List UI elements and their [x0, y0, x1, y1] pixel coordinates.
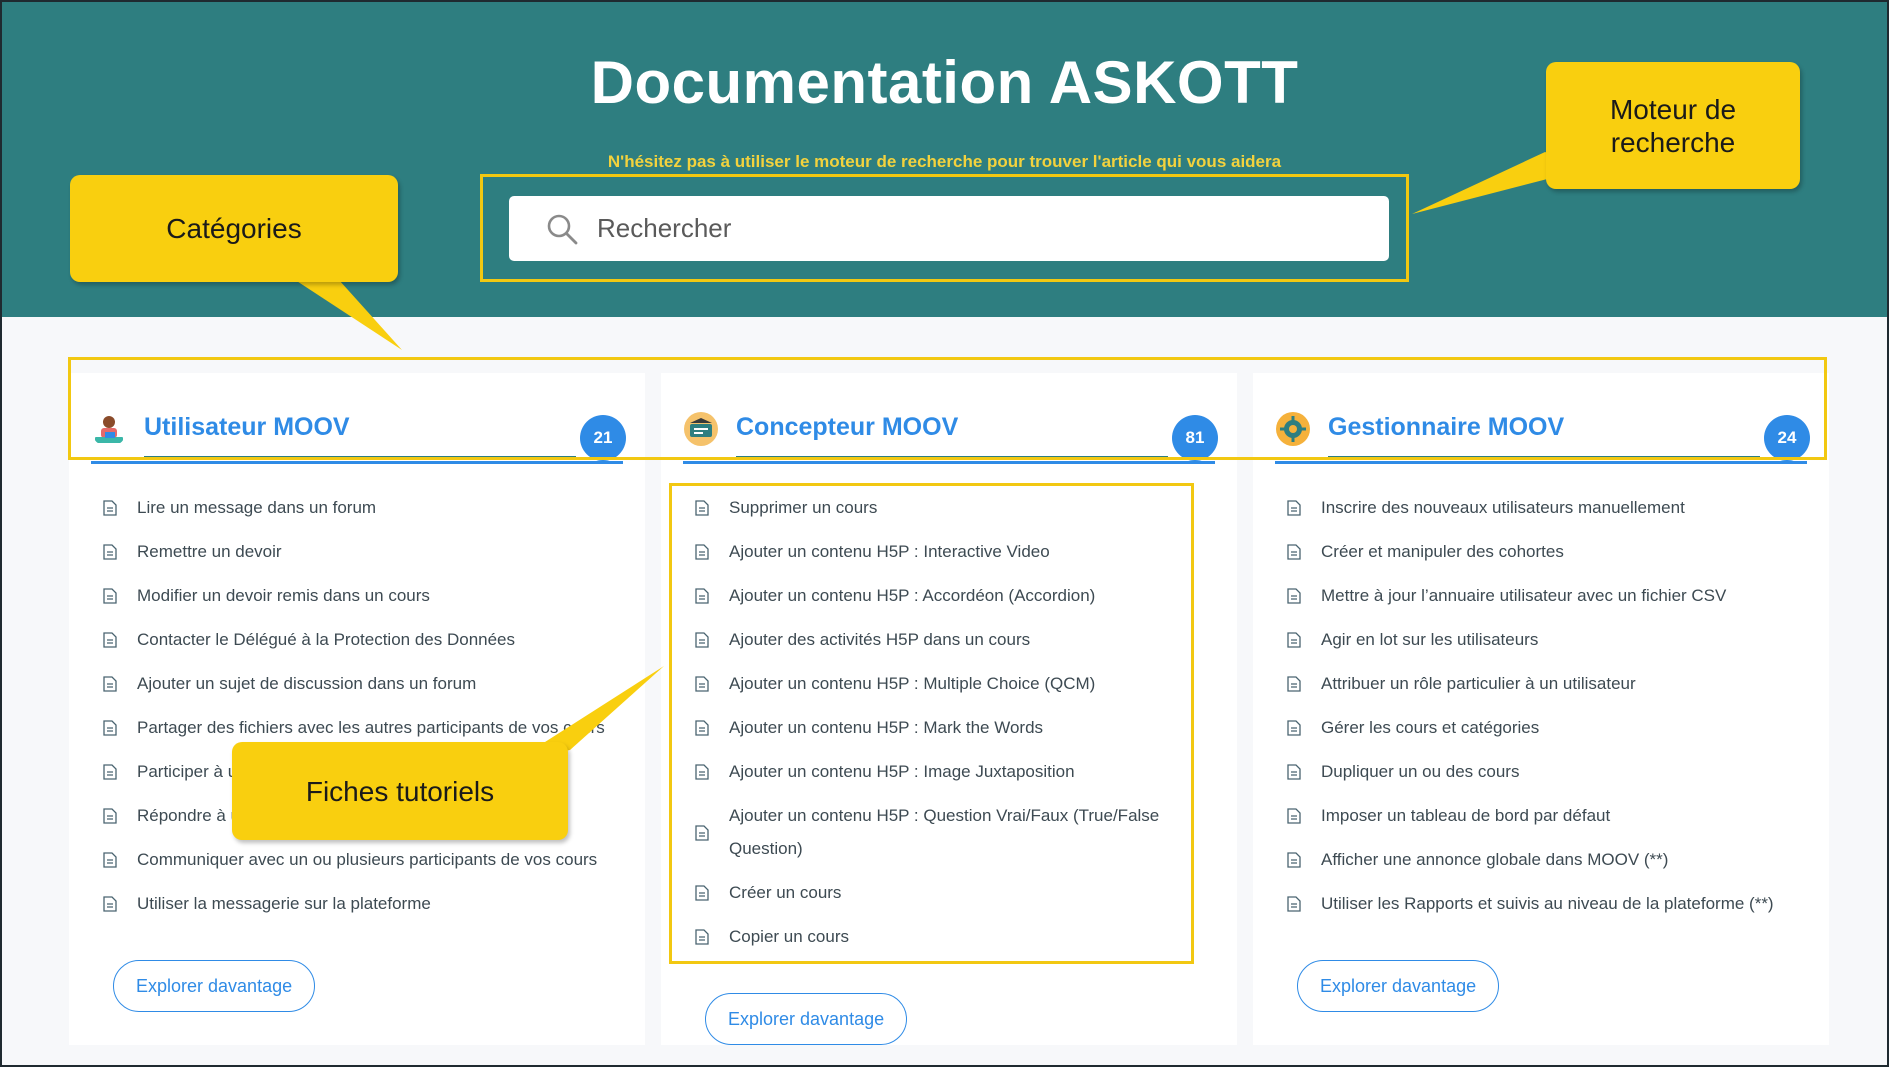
tutorials-callout: Fiches tutoriels: [232, 742, 568, 840]
categories-callout: Catégories: [70, 175, 398, 282]
search-engine-callout: Moteur de recherche: [1546, 62, 1800, 189]
categories-callout-pointer: [280, 270, 402, 350]
